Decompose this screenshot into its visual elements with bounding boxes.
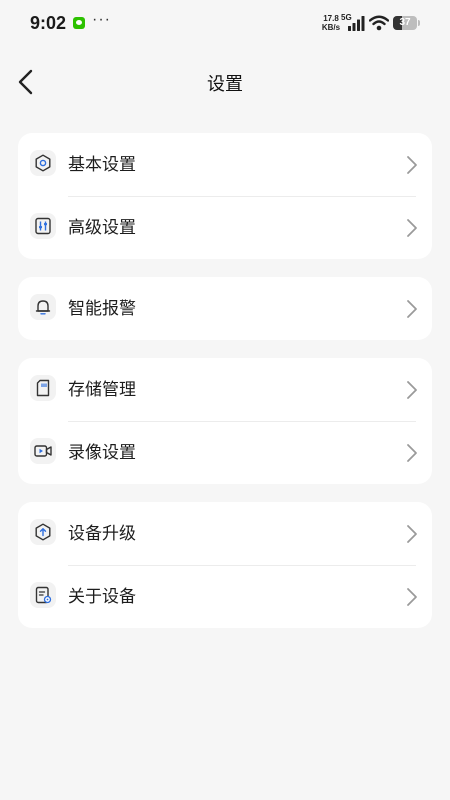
chevron-right-icon	[407, 156, 417, 174]
settings-item-storage[interactable]: 存储管理	[18, 358, 432, 421]
more-notifications-icon: ···	[92, 11, 111, 28]
settings-item-label: 录像设置	[68, 443, 136, 462]
sliders-icon	[30, 213, 56, 239]
settings-item-label: 设备升级	[68, 524, 136, 543]
chevron-right-icon	[407, 444, 417, 462]
chevron-right-icon	[407, 525, 417, 543]
battery-level: 37	[399, 17, 411, 28]
status-bar: 9:02 ··· 17.8 KB/s 5G 37	[0, 0, 450, 48]
sd-card-icon	[30, 375, 56, 401]
device-info-icon	[30, 582, 56, 608]
settings-item-label: 基本设置	[68, 155, 136, 174]
settings-group-storage: 存储管理 录像设置	[18, 358, 432, 484]
settings-item-smart-alarm[interactable]: 智能报警	[18, 277, 432, 340]
signal-icon	[348, 16, 365, 31]
settings-group-alarm: 智能报警	[18, 277, 432, 340]
chevron-right-icon	[407, 219, 417, 237]
wechat-icon	[73, 17, 85, 29]
video-camera-icon	[30, 438, 56, 464]
settings-groups: 基本设置 高级设置 智能报警 存储管理 录像设置 设备升级 关于设备	[18, 133, 432, 646]
upgrade-icon	[30, 519, 56, 545]
bell-icon	[30, 294, 56, 320]
chevron-right-icon	[407, 381, 417, 399]
battery-icon: 37	[393, 16, 421, 30]
settings-item-label: 存储管理	[68, 380, 136, 399]
settings-item-label: 高级设置	[68, 218, 136, 237]
gear-icon	[30, 150, 56, 176]
settings-item-label: 关于设备	[68, 587, 136, 606]
chevron-right-icon	[407, 588, 417, 606]
settings-item-recording[interactable]: 录像设置	[18, 421, 432, 484]
settings-item-upgrade[interactable]: 设备升级	[18, 502, 432, 565]
page-title: 设置	[207, 74, 243, 94]
chevron-right-icon	[407, 300, 417, 318]
nav-bar: 设置	[0, 56, 450, 108]
network-speed-unit: KB/s	[321, 23, 341, 32]
settings-item-basic[interactable]: 基本设置	[18, 133, 432, 196]
status-time: 9:02	[30, 13, 67, 33]
settings-group-device: 设备升级 关于设备	[18, 502, 432, 628]
wifi-icon	[369, 15, 389, 31]
settings-item-about[interactable]: 关于设备	[18, 565, 432, 628]
settings-group-general: 基本设置 高级设置	[18, 133, 432, 259]
settings-item-advanced[interactable]: 高级设置	[18, 196, 432, 259]
settings-item-label: 智能报警	[68, 299, 136, 318]
